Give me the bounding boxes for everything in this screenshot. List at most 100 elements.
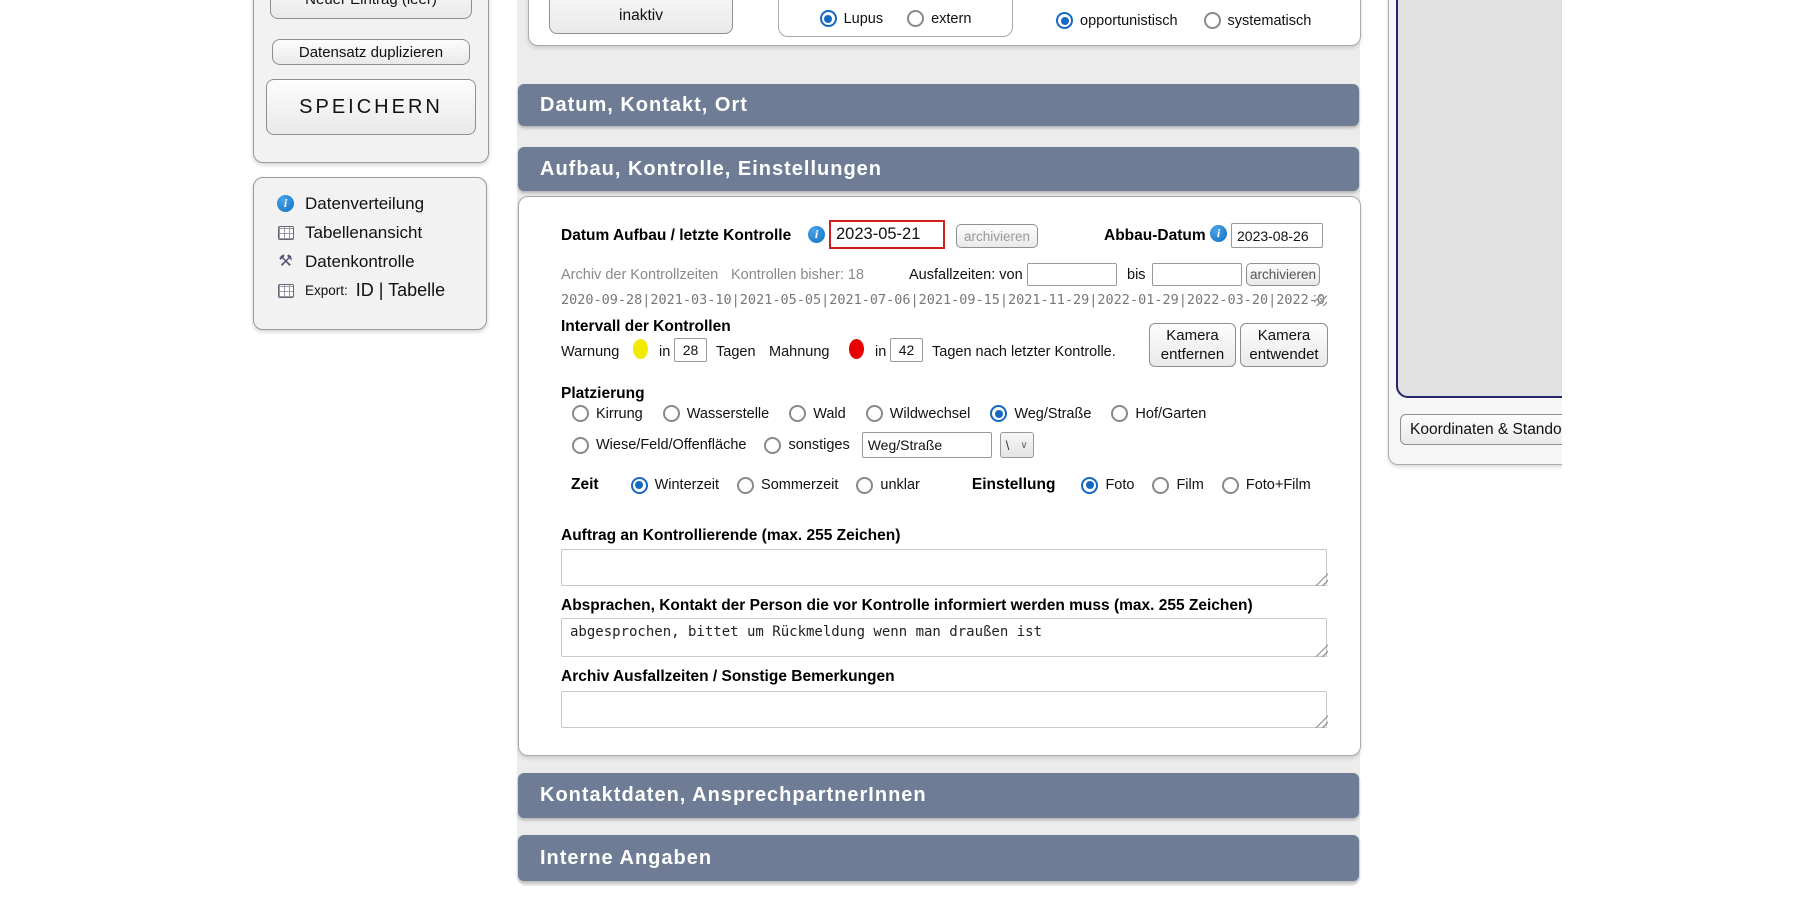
camera-remove-button[interactable]: Kamera entfernen [1149,323,1236,367]
table-icon [276,284,295,298]
downtime-to-input[interactable] [1152,263,1242,286]
aufbau-form-panel: Datum Aufbau / letzte Kontrolle i archiv… [518,196,1361,756]
section-header-aufbau[interactable]: Aufbau, Kontrolle, Einstellungen [518,147,1359,191]
downtime-from-input[interactable] [1027,263,1117,286]
radio-option-foto[interactable]: Foto [1081,477,1134,494]
action-panel: Neuer Eintrag (leer) Datensatz duplizier… [253,0,489,163]
control-dates-list: 2020-09-28|2021-03-10|2021-05-05|2021-07… [561,292,1325,308]
absprachen-label: Absprachen, Kontakt der Person die vor K… [561,597,1253,615]
radio-sommerzeit[interactable] [737,477,754,494]
tagen-label: Tagen [716,344,756,360]
radio-lupus[interactable] [820,10,837,27]
duplicate-record-button[interactable]: Datensatz duplizieren [272,39,470,65]
camera-stolen-button[interactable]: Kamera entwendet [1240,323,1328,367]
placement-select[interactable]: \ ∨ [1000,432,1034,458]
auftrag-label: Auftrag an Kontrollierende (max. 255 Zei… [561,527,900,545]
source-radio-group: Lupus extern [778,0,1013,37]
radio-hof-garten[interactable] [1111,405,1128,422]
interval-title: Intervall der Kontrollen [561,318,731,336]
radio-winterzeit[interactable] [631,477,648,494]
reminder-label: Mahnung [769,344,829,360]
radio-wald[interactable] [789,405,806,422]
menu-item-datenkontrolle[interactable]: ⚒ Datenkontrolle [276,247,486,276]
radio-weg-strasse[interactable] [990,405,1007,422]
archive-date-button[interactable]: archivieren [956,224,1038,248]
setup-date-input[interactable] [829,220,945,249]
new-entry-button[interactable]: Neuer Eintrag (leer) [270,0,472,19]
tools-icon: ⚒ [276,254,295,270]
radio-unklar[interactable] [856,477,873,494]
chevron-down-icon: ∨ [1020,440,1027,451]
radio-option-weg-strasse[interactable]: Weg/Straße [990,405,1091,422]
radio-wildwechsel[interactable] [866,405,883,422]
radio-foto[interactable] [1081,477,1098,494]
radio-option-wiese[interactable]: Wiese/Feld/Offenfläche [572,437,746,454]
radio-option-wasserstelle[interactable]: Wasserstelle [663,405,769,422]
menu-item-tabellenansicht[interactable]: Tabellenansicht [276,218,486,247]
radio-option-unklar[interactable]: unklar [856,477,920,494]
warning-label: Warnung [561,344,619,360]
placement-custom-input[interactable] [862,432,992,458]
bemerkungen-textarea[interactable] [561,691,1327,728]
control-count-label: Kontrollen bisher: 18 [731,267,864,283]
radio-option-sommerzeit[interactable]: Sommerzeit [737,477,838,494]
export-prefix-label: Export: [305,283,348,298]
reminder-days-input[interactable] [890,338,923,362]
radio-wasserstelle[interactable] [663,405,680,422]
radio-option-film[interactable]: Film [1152,477,1203,494]
section-header-interne-angaben[interactable]: Interne Angaben [518,835,1359,881]
radio-film[interactable] [1152,477,1169,494]
map-panel: Koordinaten & Standort [1388,0,1562,465]
reminder-red-dot [849,339,864,359]
auftrag-textarea[interactable] [561,549,1327,586]
radio-wiese[interactable] [572,437,589,454]
info-icon[interactable]: i [1210,225,1227,242]
radio-option-kirrung[interactable]: Kirrung [572,405,643,422]
placement-radio-row2: Wiese/Feld/Offenfläche sonstiges \ ∨ [572,432,1034,458]
info-icon[interactable]: i [808,226,825,243]
radio-option-wildwechsel[interactable]: Wildwechsel [866,405,971,422]
mode-radio-group: opportunistisch systematisch [1056,12,1311,29]
tagen-after-label: Tagen nach letzter Kontrolle. [932,344,1116,360]
info-icon: i [276,195,295,212]
radio-option-lupus[interactable]: Lupus [820,10,884,27]
radio-extern[interactable] [907,10,924,27]
radio-foto-film[interactable] [1222,477,1239,494]
radio-option-wald[interactable]: Wald [789,405,846,422]
resize-grip-icon[interactable] [1314,295,1327,306]
control-archive-label[interactable]: Archiv der Kontrollzeiten [561,267,718,283]
coordinates-location-button[interactable]: Koordinaten & Standort [1400,414,1562,445]
in-label: in [875,344,886,360]
radio-option-winterzeit[interactable]: Winterzeit [631,477,719,494]
radio-sonstiges[interactable] [764,437,781,454]
zeit-label: Zeit [571,476,599,494]
export-links[interactable]: ID | Tabelle [356,280,445,301]
absprachen-textarea[interactable]: abgesprochen, bittet um Rückmeldung wenn… [561,618,1327,657]
downtime-from-label: Ausfallzeiten: von [909,267,1023,283]
radio-option-hof-garten[interactable]: Hof/Garten [1111,405,1206,422]
teardown-date-input[interactable] [1231,223,1323,248]
menu-item-export[interactable]: Export: ID | Tabelle [276,276,486,305]
radio-option-systematisch[interactable]: systematisch [1204,12,1312,29]
warning-days-input[interactable] [674,338,707,362]
section-header-kontaktdaten[interactable]: Kontaktdaten, AnsprechpartnerInnen [518,773,1359,818]
menu-item-datenverteilung[interactable]: i Datenverteilung [276,189,486,218]
teardown-date-label: Abbau-Datum [1104,227,1206,245]
status-panel: inaktiv Lupus extern opportunistisch sys… [528,0,1361,46]
section-header-datum[interactable]: Datum, Kontakt, Ort [518,84,1359,126]
radio-option-sonstiges[interactable]: sonstiges [764,437,849,454]
zeit-einstellung-row: Zeit Winterzeit Sommerzeit unklar Einste… [571,476,1311,494]
radio-option-foto-film[interactable]: Foto+Film [1222,477,1311,494]
radio-option-extern[interactable]: extern [907,10,971,27]
inactive-button[interactable]: inaktiv [549,0,733,34]
table-icon [276,226,295,240]
in-label: in [659,344,670,360]
radio-kirrung[interactable] [572,405,589,422]
radio-opportunistisch[interactable] [1056,12,1073,29]
radio-systematisch[interactable] [1204,12,1221,29]
warning-yellow-dot [633,339,648,359]
setup-date-label: Datum Aufbau / letzte Kontrolle [561,227,791,245]
archive-downtime-button[interactable]: archivieren [1246,263,1320,286]
radio-option-opportunistisch[interactable]: opportunistisch [1056,12,1178,29]
save-button[interactable]: SPEICHERN [266,79,476,135]
